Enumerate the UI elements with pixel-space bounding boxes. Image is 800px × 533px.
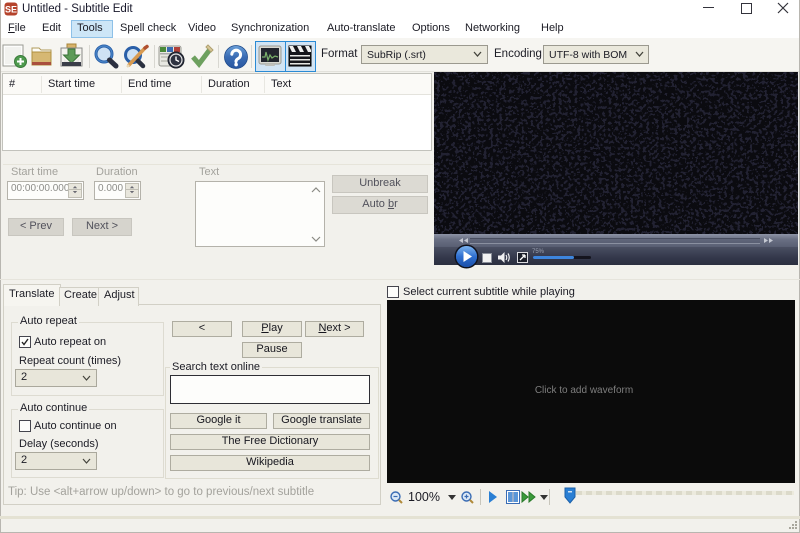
svg-text:SE: SE (5, 5, 17, 15)
